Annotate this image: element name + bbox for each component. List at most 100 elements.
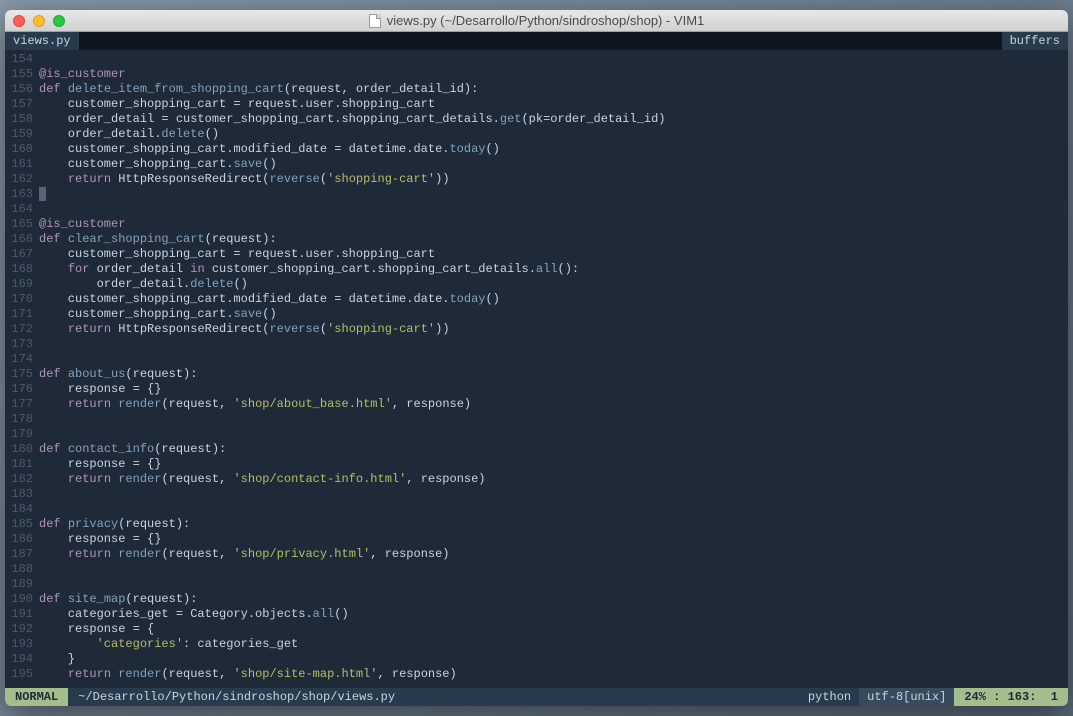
token: delete — [190, 277, 233, 291]
code-line[interactable] — [39, 487, 1068, 502]
code-line[interactable]: response = {} — [39, 532, 1068, 547]
code-line[interactable]: customer_shopping_cart.save() — [39, 157, 1068, 172]
tabline-buffers[interactable]: buffers — [1002, 32, 1068, 50]
code-line[interactable]: response = { — [39, 622, 1068, 637]
token: ( — [320, 322, 327, 336]
code-line[interactable]: order_detail.delete() — [39, 127, 1068, 142]
token: clear_shopping_cart — [68, 232, 205, 246]
token: return — [68, 172, 111, 186]
code-line[interactable] — [39, 52, 1068, 67]
token: reverse — [269, 322, 319, 336]
token — [39, 397, 68, 411]
token: 'shop/contact-info.html' — [233, 472, 406, 486]
tab-active[interactable]: views.py — [5, 32, 79, 50]
code-line[interactable] — [39, 577, 1068, 592]
line-number: 158 — [7, 112, 33, 127]
code-line[interactable] — [39, 352, 1068, 367]
line-number: 194 — [7, 652, 33, 667]
token: , response) — [406, 472, 485, 486]
code-line[interactable] — [39, 427, 1068, 442]
token: reverse — [269, 172, 319, 186]
token: , response) — [370, 547, 449, 561]
code-line[interactable]: customer_shopping_cart.modified_date = d… — [39, 292, 1068, 307]
token: (request): — [125, 592, 197, 606]
code-line[interactable]: return HttpResponseRedirect(reverse('sho… — [39, 322, 1068, 337]
line-number: 189 — [7, 577, 33, 592]
line-number: 187 — [7, 547, 33, 562]
line-number: 186 — [7, 532, 33, 547]
status-filetype: python — [800, 688, 859, 706]
close-button[interactable] — [13, 15, 25, 27]
minimize-button[interactable] — [33, 15, 45, 27]
code-line[interactable] — [39, 502, 1068, 517]
token: (request, — [161, 397, 233, 411]
token — [39, 322, 68, 336]
code-line[interactable]: customer_shopping_cart = request.user.sh… — [39, 97, 1068, 112]
code-line[interactable] — [39, 187, 1068, 202]
token: , response) — [378, 667, 457, 681]
code-line[interactable]: return render(request, 'shop/contact-inf… — [39, 472, 1068, 487]
token: def — [39, 232, 68, 246]
code-line[interactable] — [39, 412, 1068, 427]
code-line[interactable]: customer_shopping_cart.modified_date = d… — [39, 142, 1068, 157]
token: response = {} — [39, 457, 161, 471]
code-line[interactable]: response = {} — [39, 457, 1068, 472]
status-mode: NORMAL — [5, 688, 68, 706]
token: all — [313, 607, 335, 621]
token: response = { — [39, 622, 154, 636]
code-line[interactable]: return HttpResponseRedirect(reverse('sho… — [39, 172, 1068, 187]
code-line[interactable]: response = {} — [39, 382, 1068, 397]
token: HttpResponseRedirect( — [111, 322, 269, 336]
status-position: 24% : 163: 1 — [954, 688, 1068, 706]
token: delete — [161, 127, 204, 141]
code-line[interactable]: def about_us(request): — [39, 367, 1068, 382]
code-line[interactable]: return render(request, 'shop/site-map.ht… — [39, 667, 1068, 682]
code-line[interactable]: } — [39, 652, 1068, 667]
token: order_detail. — [39, 277, 190, 291]
code-line[interactable]: def clear_shopping_cart(request): — [39, 232, 1068, 247]
token: () — [262, 307, 276, 321]
code-line[interactable]: 'categories': categories_get — [39, 637, 1068, 652]
code-line[interactable]: order_detail = customer_shopping_cart.sh… — [39, 112, 1068, 127]
cursor — [39, 187, 46, 201]
code-line[interactable]: @is_customer — [39, 217, 1068, 232]
line-number: 164 — [7, 202, 33, 217]
code-line[interactable]: def delete_item_from_shopping_cart(reque… — [39, 82, 1068, 97]
token: return — [68, 322, 111, 336]
token: , response) — [392, 397, 471, 411]
code-line[interactable] — [39, 562, 1068, 577]
code-line[interactable]: def contact_info(request): — [39, 442, 1068, 457]
status-filepath: ~/Desarrollo/Python/sindroshop/shop/view… — [68, 688, 800, 706]
token: customer_shopping_cart = request.user.sh… — [39, 97, 435, 111]
code-line[interactable]: for order_detail in customer_shopping_ca… — [39, 262, 1068, 277]
token: 'shop/site-map.html' — [233, 667, 377, 681]
zoom-button[interactable] — [53, 15, 65, 27]
code-line[interactable]: return render(request, 'shop/about_base.… — [39, 397, 1068, 412]
token: : categories_get — [183, 637, 298, 651]
token: order_detail — [89, 262, 190, 276]
line-number: 170 — [7, 292, 33, 307]
line-number: 180 — [7, 442, 33, 457]
code-line[interactable]: order_detail.delete() — [39, 277, 1068, 292]
token: customer_shopping_cart. — [39, 157, 233, 171]
code-line[interactable]: @is_customer — [39, 67, 1068, 82]
line-number: 185 — [7, 517, 33, 532]
code-line[interactable]: def privacy(request): — [39, 517, 1068, 532]
token: render — [118, 667, 161, 681]
code-line[interactable] — [39, 337, 1068, 352]
code-line[interactable]: categories_get = Category.objects.all() — [39, 607, 1068, 622]
token: all — [536, 262, 558, 276]
editor-area[interactable]: 1541551561571581591601611621631641651661… — [5, 50, 1068, 688]
window-title: views.py (~/Desarrollo/Python/sindroshop… — [387, 13, 705, 28]
token: customer_shopping_cart = request.user.sh… — [39, 247, 435, 261]
code-line[interactable]: def site_map(request): — [39, 592, 1068, 607]
token: (): — [558, 262, 580, 276]
code-line[interactable]: customer_shopping_cart.save() — [39, 307, 1068, 322]
code-line[interactable]: return render(request, 'shop/privacy.htm… — [39, 547, 1068, 562]
code-line[interactable]: customer_shopping_cart = request.user.sh… — [39, 247, 1068, 262]
code-line[interactable] — [39, 202, 1068, 217]
token: def — [39, 82, 68, 96]
token: customer_shopping_cart.modified_date = d… — [39, 292, 449, 306]
token: privacy — [68, 517, 118, 531]
code-area[interactable]: @is_customerdef delete_item_from_shoppin… — [39, 50, 1068, 688]
